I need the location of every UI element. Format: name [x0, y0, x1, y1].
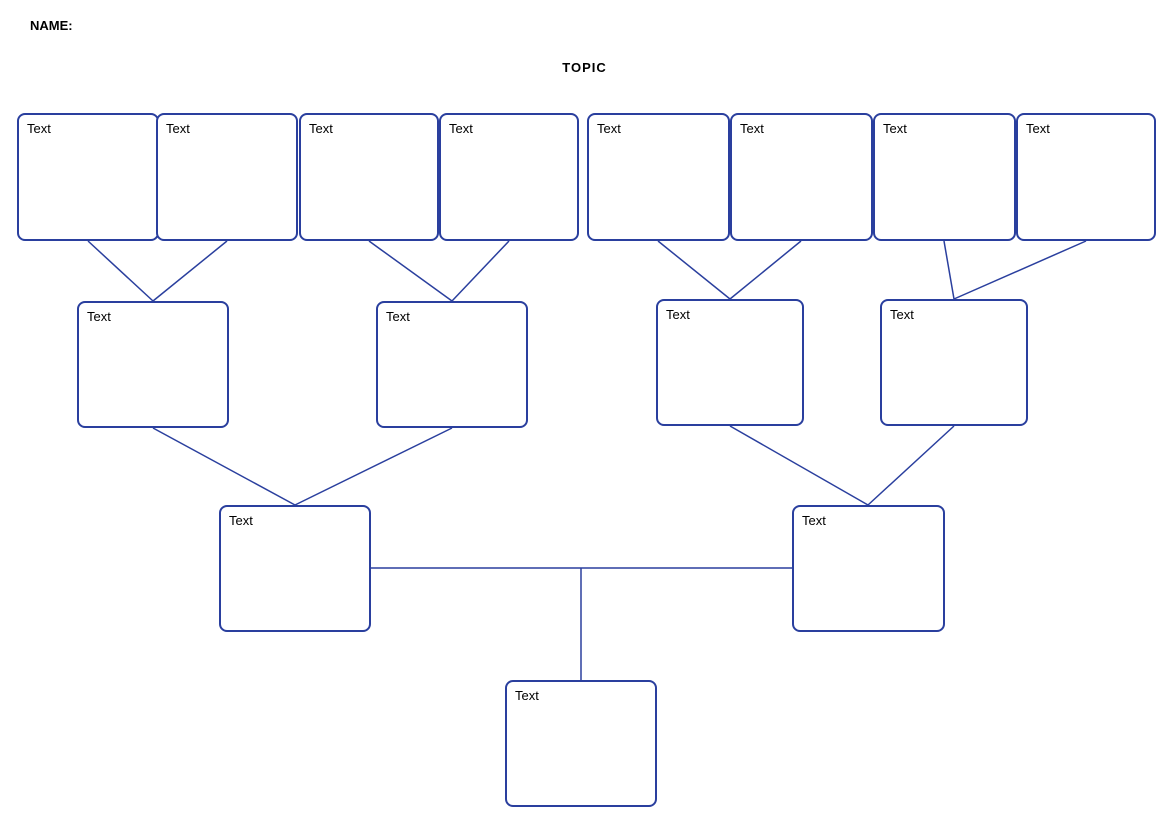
node-l2[interactable]: Text: [792, 505, 945, 632]
node-m3[interactable]: Text: [656, 299, 804, 426]
name-label: NAME:: [30, 18, 73, 33]
node-t1[interactable]: Text: [17, 113, 159, 241]
node-m1[interactable]: Text: [77, 301, 229, 428]
node-b1[interactable]: Text: [505, 680, 657, 807]
node-m4[interactable]: Text: [880, 299, 1028, 426]
node-t2[interactable]: Text: [156, 113, 298, 241]
node-l1[interactable]: Text: [219, 505, 371, 632]
node-t7[interactable]: Text: [873, 113, 1016, 241]
node-m2[interactable]: Text: [376, 301, 528, 428]
node-t5[interactable]: Text: [587, 113, 730, 241]
node-t4[interactable]: Text: [439, 113, 579, 241]
node-t8[interactable]: Text: [1016, 113, 1156, 241]
node-t3[interactable]: Text: [299, 113, 439, 241]
topic-label: TOPIC: [562, 60, 607, 75]
node-t6[interactable]: Text: [730, 113, 873, 241]
